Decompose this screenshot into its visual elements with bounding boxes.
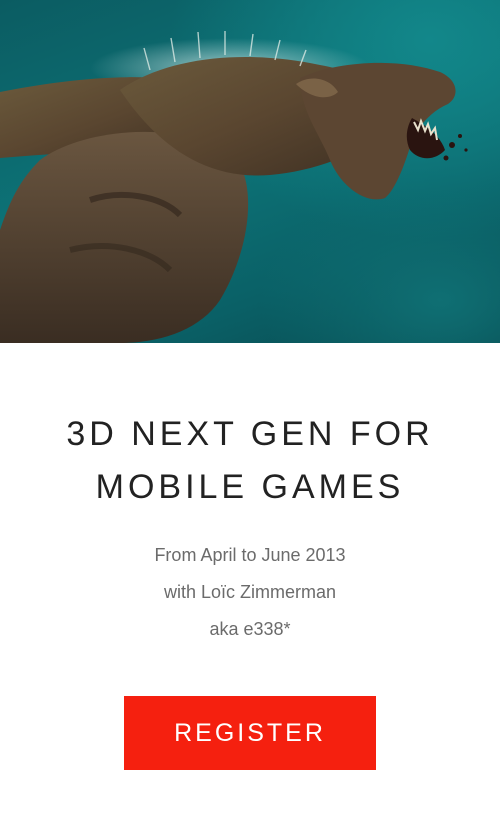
hero-image: [0, 0, 500, 343]
werewolf-illustration: [0, 31, 468, 343]
title-line-2: MOBILE GAMES: [95, 468, 405, 506]
course-instructor: with Loïc Zimmerman: [163, 582, 337, 602]
course-dates: From April to June 2013: [154, 545, 346, 565]
register-button[interactable]: REGISTER: [124, 696, 376, 770]
title-line-1: 3D NEXT GEN FOR: [66, 415, 434, 453]
instructor-alias: aka e338*: [209, 619, 291, 639]
course-info: From April to June 2013 with Loïc Zimmer…: [0, 537, 500, 648]
course-title: 3D NEXT GEN FOR MOBILE GAMES: [0, 408, 500, 514]
